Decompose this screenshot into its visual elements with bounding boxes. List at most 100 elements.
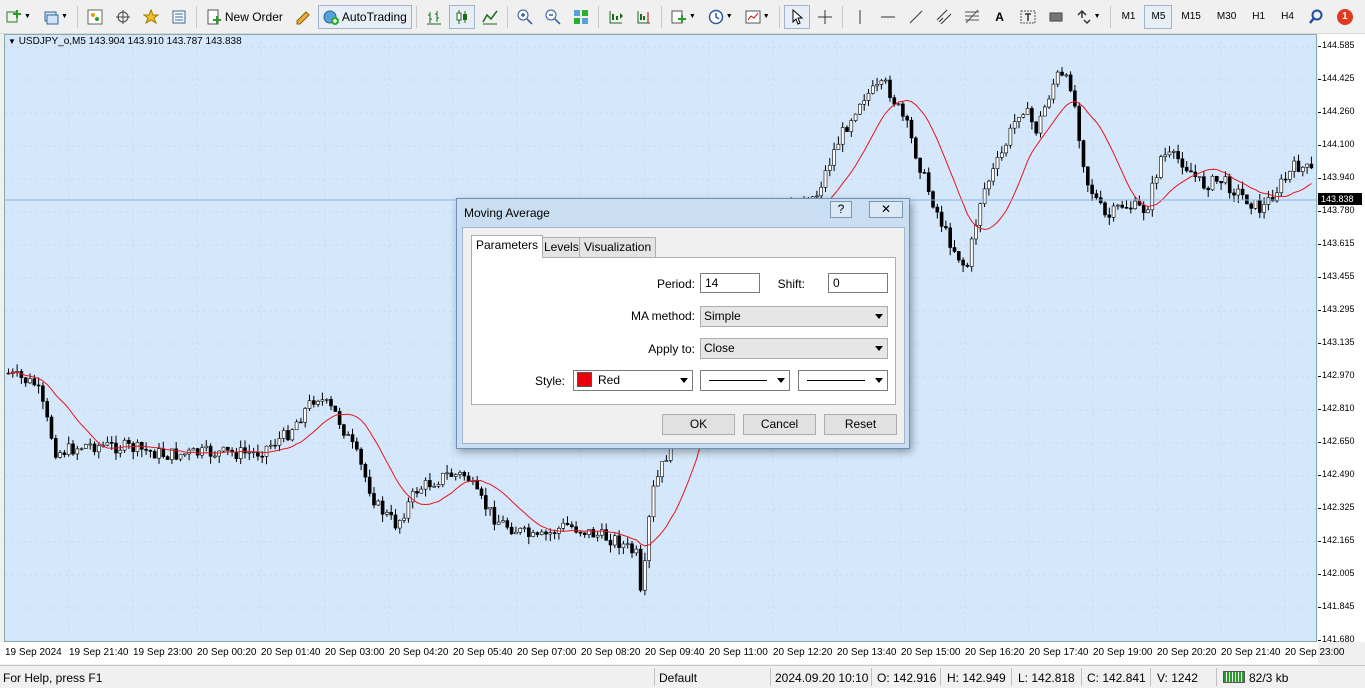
candle-body	[1245, 194, 1249, 205]
price-tick	[1318, 640, 1321, 641]
profile-name[interactable]: Default	[659, 671, 697, 685]
price-tick-label: 143.780	[1322, 205, 1355, 215]
notifications-button[interactable]: 1	[1331, 5, 1359, 29]
toolbar-separator	[76, 5, 78, 28]
line-style-select[interactable]	[700, 370, 790, 391]
candle-body	[1068, 74, 1073, 92]
candle-body	[462, 472, 467, 477]
tab-levels[interactable]: Levels	[539, 237, 584, 257]
candle-body	[385, 511, 389, 515]
candle-body	[621, 543, 626, 548]
toolbar-separator	[660, 5, 662, 28]
time-axis[interactable]: 19 Sep 2024 19 Sep 21:40 19 Sep 23:00 20 Se…	[0, 642, 1345, 664]
candle-body	[449, 472, 454, 477]
terminal-button[interactable]	[166, 5, 192, 29]
time-tick-label: 20 Sep 05:40	[453, 647, 513, 658]
navigator-button[interactable]	[110, 5, 136, 29]
help-button[interactable]: ?	[830, 201, 852, 218]
candle-body	[1197, 176, 1202, 178]
status-separator	[871, 668, 872, 686]
ma-method-select[interactable]: Simple	[700, 306, 888, 327]
equidistant-channel-button[interactable]	[931, 5, 957, 29]
rectangle-button[interactable]	[1043, 5, 1069, 29]
cursor-tool-button[interactable]	[783, 4, 810, 29]
chart-shift-button[interactable]	[631, 5, 657, 29]
new-order-button[interactable]: New Order	[201, 5, 288, 29]
candle-body	[866, 92, 871, 101]
candle-body	[320, 399, 325, 402]
candle-body	[200, 447, 204, 456]
period-input[interactable]: 14	[700, 273, 760, 293]
arrows-icon	[1076, 9, 1092, 25]
timeframe-m30[interactable]: M30	[1210, 5, 1243, 29]
text-tool-button[interactable]: A	[987, 5, 1013, 29]
vertical-line-button[interactable]	[847, 5, 873, 29]
new-chart-button[interactable]: ▼	[1, 5, 36, 29]
tile-windows-button[interactable]	[568, 5, 594, 29]
indicators-button[interactable]: ▼	[666, 5, 701, 29]
candle-body	[879, 80, 884, 85]
bar-chart-button[interactable]	[421, 5, 447, 29]
close-button[interactable]: ✕	[869, 201, 903, 218]
candle-body	[1060, 71, 1064, 76]
price-tick-label: 142.325	[1322, 502, 1355, 512]
ok-button[interactable]: OK	[662, 414, 735, 435]
line-width-select[interactable]	[798, 370, 888, 391]
cancel-button[interactable]: Cancel	[743, 414, 816, 435]
candle-body	[1116, 204, 1120, 207]
crosshair-tool-button[interactable]	[812, 5, 838, 29]
horizontal-line-button[interactable]	[875, 5, 901, 29]
time-tick-label: 19 Sep 2024	[5, 647, 62, 658]
text-label-button[interactable]	[1015, 5, 1041, 29]
candle-body	[651, 485, 656, 518]
market-watch-button[interactable]	[82, 5, 108, 29]
timeframe-h1[interactable]: H1	[1245, 5, 1272, 29]
tab-visualization[interactable]: Visualization	[579, 237, 657, 257]
templates-button[interactable]: ▼	[740, 5, 775, 29]
autotrading-button[interactable]: AutoTrading	[317, 4, 412, 29]
color-select[interactable]: Red	[573, 370, 693, 391]
price-tick	[1318, 178, 1321, 179]
zoom-in-button[interactable]	[512, 5, 538, 29]
profiles-button[interactable]: ▼	[38, 5, 73, 29]
auto-scroll-button[interactable]	[603, 5, 629, 29]
line-chart-button[interactable]	[477, 5, 503, 29]
help-text: For Help, press F1	[3, 671, 103, 685]
price-axis[interactable]: 144.585 144.425 144.260 144.100 143.940 143.7…	[1318, 34, 1365, 644]
candle-body	[892, 97, 897, 105]
timeframe-m1[interactable]: M1	[1115, 5, 1143, 29]
time-tick-label: 20 Sep 08:20	[581, 647, 641, 658]
timeframe-h4[interactable]: H4	[1274, 5, 1301, 29]
candle-body	[901, 103, 905, 117]
fibonacci-button[interactable]	[959, 5, 985, 29]
metaeditor-button[interactable]	[290, 5, 316, 29]
arrows-button[interactable]: ▼	[1071, 5, 1106, 29]
candle-body	[965, 264, 970, 267]
candle-body	[41, 385, 45, 402]
time-tick-label: 20 Sep 03:00	[325, 647, 385, 658]
candle-body	[281, 430, 286, 439]
trendline-button[interactable]	[903, 5, 929, 29]
line-width-sample	[807, 380, 865, 381]
apply-to-select[interactable]: Close	[700, 338, 888, 359]
timeframe-m5[interactable]: M5	[1144, 4, 1173, 29]
reset-button[interactable]: Reset	[824, 414, 897, 435]
periods-button[interactable]: ▼	[703, 5, 738, 29]
search-icon	[1308, 9, 1324, 25]
candle-body	[496, 521, 501, 525]
shift-input[interactable]: 0	[828, 273, 888, 293]
candle-body	[638, 548, 643, 591]
profiles-icon	[43, 9, 59, 25]
candlestick-button[interactable]	[448, 4, 475, 29]
indicators-icon	[671, 9, 687, 25]
search-button[interactable]	[1303, 5, 1329, 29]
timeframe-m15[interactable]: M15	[1174, 5, 1207, 29]
candle-body	[664, 460, 669, 462]
candle-body	[445, 472, 449, 475]
tab-parameters[interactable]: Parameters	[471, 235, 544, 258]
bar-close: C: 142.841	[1087, 671, 1146, 685]
zoom-out-button[interactable]	[540, 5, 566, 29]
candle-body	[1012, 121, 1017, 129]
candle-body	[1030, 108, 1034, 123]
favorites-button[interactable]	[138, 5, 164, 29]
